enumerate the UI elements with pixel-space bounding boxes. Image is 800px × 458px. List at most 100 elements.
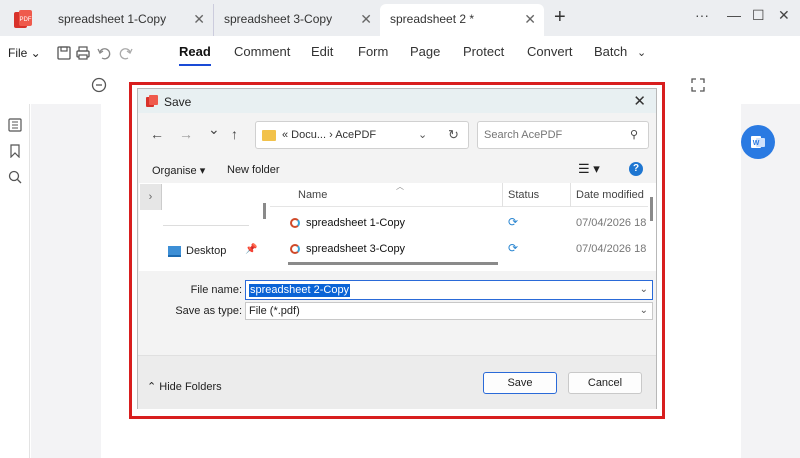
navigation-pane: › Desktop 📌: [139, 183, 263, 271]
convert-to-word-button[interactable]: W: [741, 125, 775, 159]
file-name-value: spreadsheet 2-Copy: [249, 284, 351, 297]
save-as-type-select[interactable]: File (*.pdf) ⌄: [245, 302, 653, 320]
close-tab-icon[interactable]: ✕: [360, 4, 372, 34]
file-icon: [290, 244, 300, 254]
add-tab-icon[interactable]: +: [554, 6, 566, 29]
help-icon[interactable]: ?: [629, 162, 643, 176]
file-name: spreadsheet 3-Copy: [306, 243, 406, 255]
scrollbar-thumb[interactable]: [650, 197, 653, 221]
chevron-down-icon[interactable]: ⌄: [418, 128, 427, 141]
file-name-label: File name:: [190, 284, 242, 296]
close-dialog-icon[interactable]: ✕: [633, 92, 646, 110]
file-date: 07/04/2026 18: [576, 243, 647, 255]
tab-label: spreadsheet 1-Copy: [58, 12, 167, 26]
column-status[interactable]: Status: [508, 189, 539, 201]
save-button[interactable]: Save: [483, 372, 557, 394]
nav-pane-scrollbar[interactable]: [262, 183, 270, 271]
sync-status-icon: ⟳: [508, 215, 519, 229]
menu-form[interactable]: Form: [358, 44, 388, 59]
redo-icon[interactable]: [118, 45, 134, 61]
menu-batch[interactable]: Batch: [594, 44, 627, 59]
address-bar[interactable]: « Docu... › AcePDF ⌄ ↻: [255, 121, 469, 149]
back-arrow-icon[interactable]: ←: [150, 126, 164, 142]
expand-pane-icon[interactable]: ›: [140, 184, 162, 210]
tab-spreadsheet-1-copy[interactable]: spreadsheet 1-Copy ✕: [44, 4, 214, 36]
menu-comment[interactable]: Comment: [234, 44, 290, 59]
cancel-button[interactable]: Cancel: [568, 372, 642, 394]
save-icon[interactable]: [56, 45, 72, 61]
menu-protect[interactable]: Protect: [463, 44, 504, 59]
app-logo-icon: PDF: [14, 10, 32, 28]
more-options-icon[interactable]: ···: [695, 7, 709, 23]
undo-icon[interactable]: [96, 45, 112, 61]
menu-more-chevron-icon[interactable]: ⌄: [637, 46, 646, 59]
file-date: 07/04/2026 18: [576, 217, 647, 229]
print-icon[interactable]: [75, 45, 91, 61]
file-menu-label: File: [8, 46, 28, 60]
file-fields: File name: spreadsheet 2-Copy ⌄ Save as …: [138, 273, 656, 355]
column-divider[interactable]: [570, 183, 571, 207]
chevron-up-icon: ⌃: [147, 381, 157, 393]
svg-text:PDF: PDF: [20, 17, 32, 23]
forward-arrow-icon[interactable]: →: [179, 126, 193, 142]
column-date-modified[interactable]: Date modified: [576, 189, 644, 201]
refresh-icon[interactable]: ↻: [448, 127, 459, 143]
save-as-type-label: Save as type:: [175, 305, 242, 317]
horizontal-scrollbar[interactable]: [288, 262, 498, 265]
menu-read[interactable]: Read: [179, 44, 211, 66]
file-name-input[interactable]: spreadsheet 2-Copy ⌄: [245, 280, 653, 300]
tab-spreadsheet-2[interactable]: spreadsheet 2 * ✕: [380, 4, 544, 36]
divider: [163, 225, 249, 226]
organise-menu[interactable]: Organise ▾: [152, 164, 205, 177]
fullscreen-icon[interactable]: [690, 77, 706, 93]
close-tab-icon[interactable]: ✕: [193, 4, 205, 34]
column-divider[interactable]: [502, 183, 503, 207]
navigation-bar: ← → ⌄ ↑ « Docu... › AcePDF ⌄ ↻ ⚲: [138, 117, 656, 153]
file-name: spreadsheet 1-Copy: [306, 217, 406, 229]
column-name[interactable]: Name: [298, 189, 327, 201]
chevron-down-icon[interactable]: ⌄: [640, 284, 648, 295]
file-list-scrollbar[interactable]: [648, 183, 656, 271]
hide-folders-label: Hide Folders: [159, 381, 222, 393]
close-tab-icon[interactable]: ✕: [524, 4, 536, 34]
thumbnails-icon[interactable]: [8, 118, 22, 132]
desktop-icon: [168, 246, 181, 257]
new-folder-button[interactable]: New folder: [227, 164, 280, 176]
view-options-icon[interactable]: ☰ ▾: [578, 161, 600, 177]
file-menu[interactable]: File ⌄: [8, 46, 41, 60]
maximize-icon[interactable]: ☐: [752, 7, 765, 24]
menu-convert[interactable]: Convert: [527, 44, 573, 59]
tab-spreadsheet-3-copy[interactable]: spreadsheet 3-Copy ✕: [214, 4, 380, 36]
file-list: ︿ Name Status Date modified spreadsheet …: [270, 182, 648, 271]
search-icon[interactable]: [8, 170, 22, 184]
left-sidebar: [0, 104, 30, 458]
zoom-out-icon[interactable]: [91, 77, 107, 93]
sync-status-icon: ⟳: [508, 241, 519, 255]
address-path: « Docu... › AcePDF: [282, 129, 377, 141]
menu-edit[interactable]: Edit: [311, 44, 333, 59]
scrollbar-thumb[interactable]: [263, 203, 266, 219]
nav-item-desktop[interactable]: Desktop: [186, 245, 226, 257]
command-bar: Organise ▾ New folder ☰ ▾ ?: [138, 159, 656, 181]
chevron-down-icon[interactable]: ⌄: [640, 305, 648, 316]
search-icon[interactable]: ⚲: [630, 128, 638, 141]
folder-icon: [262, 130, 276, 141]
recent-locations-chevron-icon[interactable]: ⌄: [208, 121, 220, 138]
up-arrow-icon[interactable]: ↑: [231, 126, 238, 142]
main-toolbar: File ⌄ Read Comment Edit Form Page Prote…: [0, 36, 800, 72]
file-row[interactable]: spreadsheet 3-Copy ⟳ 07/04/2026 18: [270, 237, 648, 263]
menu-page[interactable]: Page: [410, 44, 440, 59]
close-window-icon[interactable]: ✕: [778, 7, 790, 24]
minimize-icon[interactable]: —: [727, 7, 741, 23]
hide-folders-toggle[interactable]: ⌃ Hide Folders: [147, 380, 222, 393]
file-row[interactable]: spreadsheet 1-Copy ⟳ 07/04/2026 18: [270, 211, 648, 237]
bookmark-icon[interactable]: [8, 144, 22, 158]
save-as-type-value: File (*.pdf): [249, 305, 300, 317]
tab-label: spreadsheet 3-Copy: [224, 12, 333, 26]
dialog-footer: ⌃ Hide Folders Save Cancel: [138, 355, 656, 409]
file-icon: [290, 218, 300, 228]
save-dialog: Save ✕ ← → ⌄ ↑ « Docu... › AcePDF ⌄ ↻ ⚲ …: [137, 88, 657, 409]
search-input[interactable]: [478, 122, 626, 148]
list-header: ︿ Name Status Date modified: [270, 182, 648, 207]
svg-text:W: W: [753, 140, 760, 147]
